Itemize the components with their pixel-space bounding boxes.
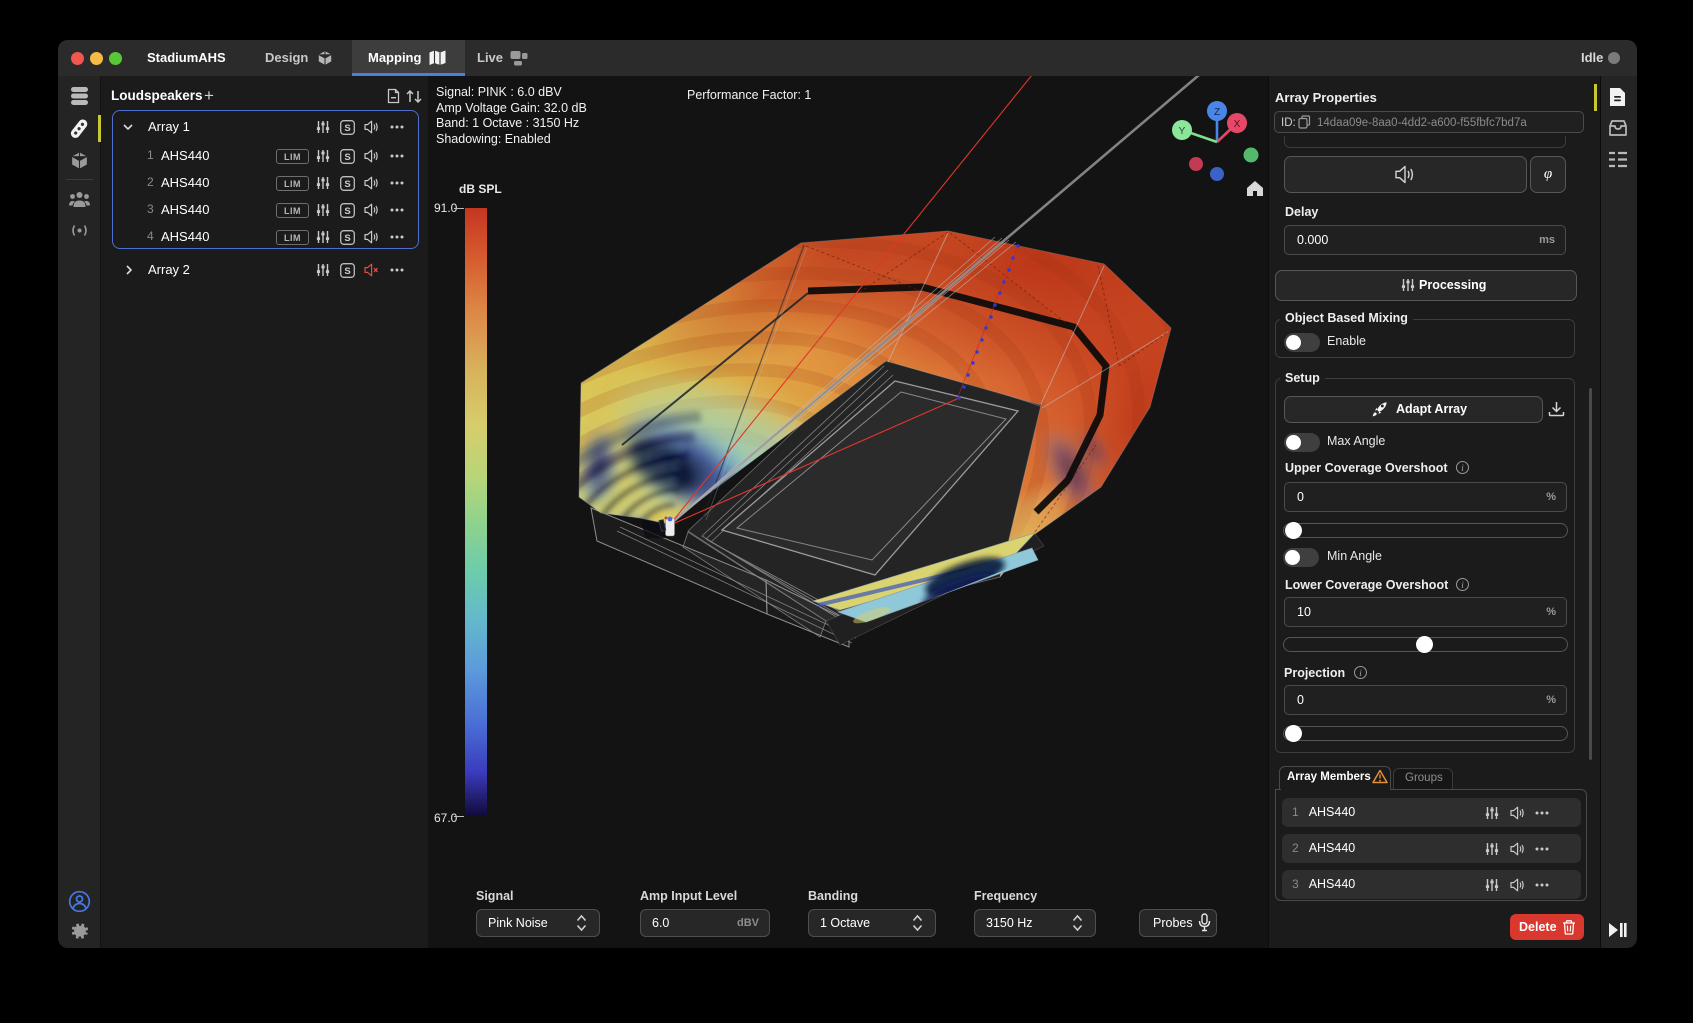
svg-text:X: X <box>1234 119 1241 130</box>
svg-text:Z: Z <box>1214 107 1220 118</box>
svg-text:Y: Y <box>1179 126 1186 137</box>
